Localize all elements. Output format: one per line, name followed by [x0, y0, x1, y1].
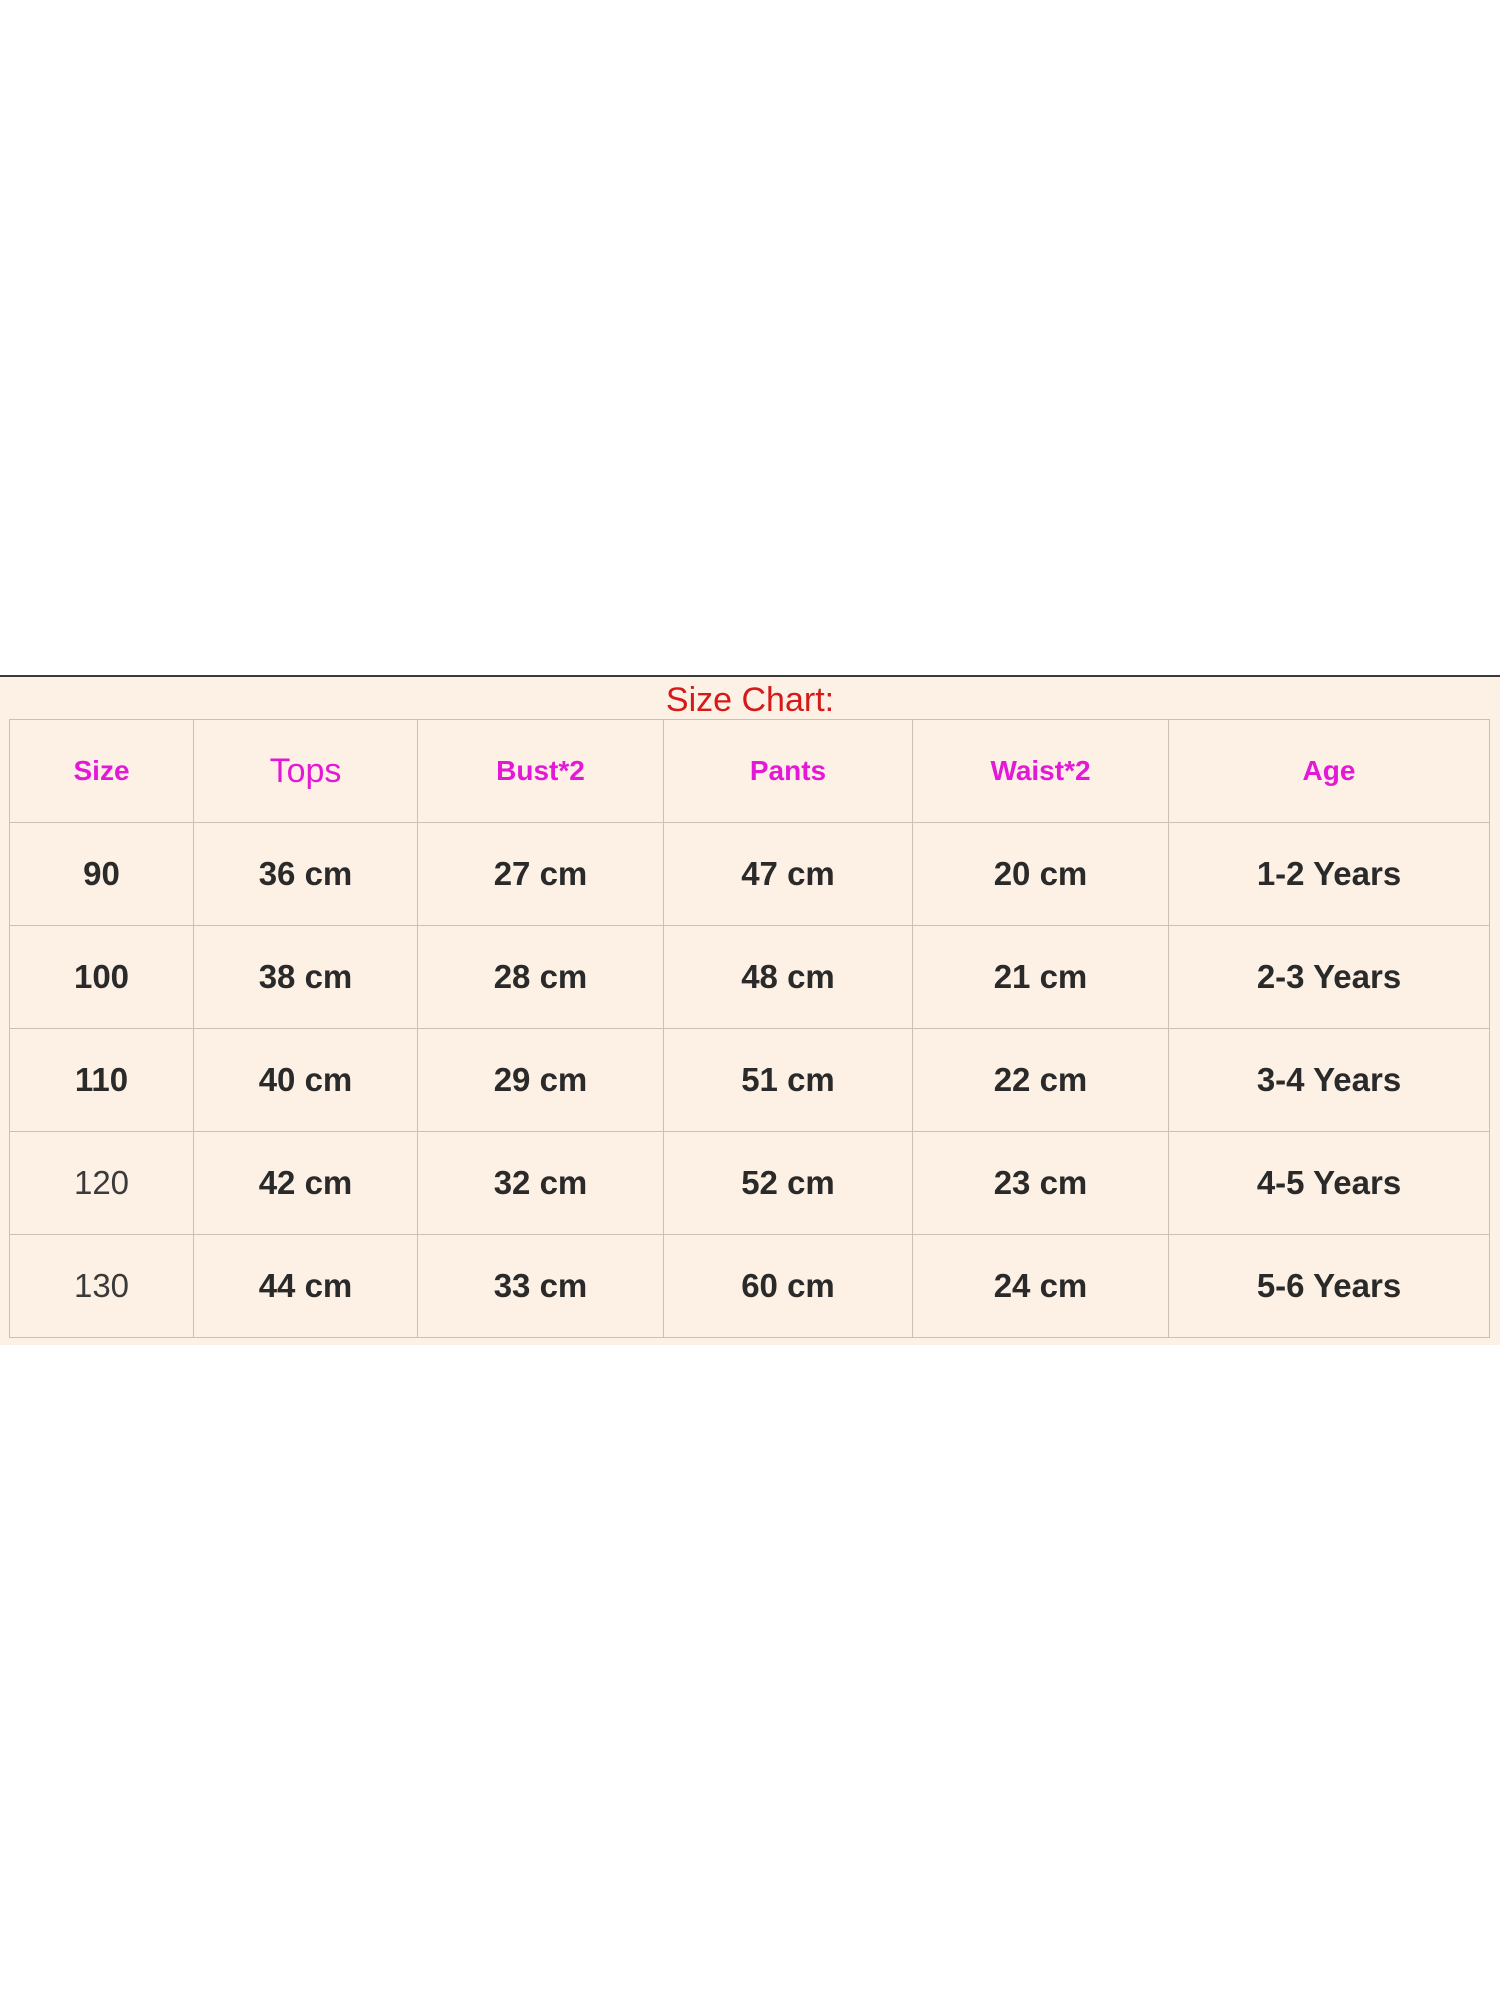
cell-bust: 29 cm	[417, 1028, 664, 1132]
header-tops: Tops	[193, 719, 418, 823]
header-waist: Waist*2	[912, 719, 1169, 823]
cell-bust: 33 cm	[417, 1234, 664, 1338]
cell-age: 4-5 Years	[1168, 1131, 1490, 1235]
cell-age: 5-6 Years	[1168, 1234, 1490, 1338]
cell-age: 2-3 Years	[1168, 925, 1490, 1029]
cell-size: 120	[9, 1131, 194, 1235]
cell-waist: 21 cm	[912, 925, 1169, 1029]
cell-pants: 48 cm	[663, 925, 913, 1029]
cell-pants: 60 cm	[663, 1234, 913, 1338]
cell-waist: 23 cm	[912, 1131, 1169, 1235]
header-pants: Pants	[663, 719, 913, 823]
cell-size: 90	[9, 822, 194, 926]
cell-bust: 27 cm	[417, 822, 664, 926]
cell-tops: 44 cm	[193, 1234, 418, 1338]
cell-tops: 40 cm	[193, 1028, 418, 1132]
size-chart-title: Size Chart:	[665, 681, 835, 719]
table-row: 90 36 cm 27 cm 47 cm 20 cm 1-2 Years	[9, 822, 1490, 926]
cell-size: 100	[9, 925, 194, 1029]
size-chart-panel: Size Chart: Size Tops Bust*2 Pants Waist…	[0, 675, 1500, 1345]
table-row: 130 44 cm 33 cm 60 cm 24 cm 5-6 Years	[9, 1234, 1490, 1338]
cell-age: 1-2 Years	[1168, 822, 1490, 926]
cell-waist: 22 cm	[912, 1028, 1169, 1132]
cell-waist: 20 cm	[912, 822, 1169, 926]
table-row: 110 40 cm 29 cm 51 cm 22 cm 3-4 Years	[9, 1028, 1490, 1132]
cell-tops: 38 cm	[193, 925, 418, 1029]
cell-bust: 28 cm	[417, 925, 664, 1029]
cell-size: 130	[9, 1234, 194, 1338]
cell-size: 110	[9, 1028, 194, 1132]
cell-tops: 42 cm	[193, 1131, 418, 1235]
cell-pants: 51 cm	[663, 1028, 913, 1132]
cell-age: 3-4 Years	[1168, 1028, 1490, 1132]
cell-pants: 52 cm	[663, 1131, 913, 1235]
cell-pants: 47 cm	[663, 822, 913, 926]
cell-waist: 24 cm	[912, 1234, 1169, 1338]
header-size: Size	[9, 719, 194, 823]
table-row: 100 38 cm 28 cm 48 cm 21 cm 2-3 Years	[9, 925, 1490, 1029]
table-row: 120 42 cm 32 cm 52 cm 23 cm 4-5 Years	[9, 1131, 1490, 1235]
table-header-row: Size Tops Bust*2 Pants Waist*2 Age	[9, 719, 1490, 823]
cell-tops: 36 cm	[193, 822, 418, 926]
header-bust: Bust*2	[417, 719, 664, 823]
cell-bust: 32 cm	[417, 1131, 664, 1235]
size-table: Size Tops Bust*2 Pants Waist*2 Age 90 36…	[9, 719, 1490, 1338]
header-age: Age	[1168, 719, 1490, 823]
